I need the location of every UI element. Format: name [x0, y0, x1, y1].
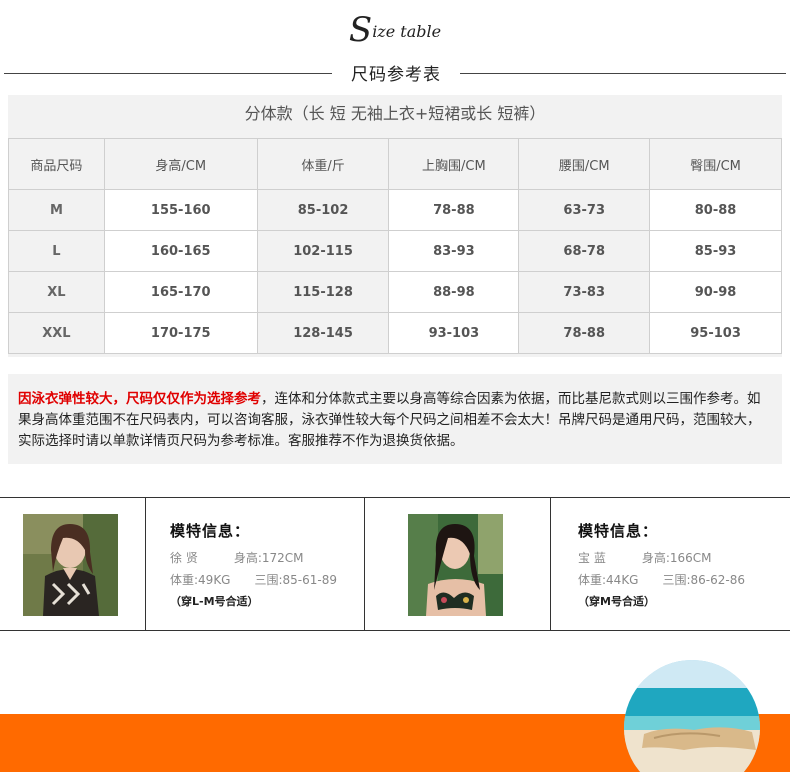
table-cell: 128-145 — [256, 312, 390, 354]
beach-image — [624, 660, 760, 772]
table-cell: 155-160 — [103, 189, 258, 231]
page-title: 尺码参考表 — [351, 65, 441, 85]
table-cell: 165-170 — [103, 271, 258, 313]
model-photo — [23, 514, 118, 616]
table-cell: 90-98 — [649, 271, 782, 313]
table-header-row: 商品尺码 身高/CM 体重/斤 上胸围/CM 腰围/CM 臀围/CM — [8, 138, 782, 190]
model-weight: 体重:44KG — [578, 573, 639, 587]
model-height: 身高:172CM — [233, 551, 304, 565]
model-weight: 体重:49KG — [170, 573, 231, 587]
size-table-panel: 分体款（长 短 无袖上衣+短裙或长 短裤） 商品尺码 身高/CM 体重/斤 上胸… — [8, 95, 782, 357]
table-cell: 78-88 — [518, 312, 651, 354]
table-cell: 85-102 — [256, 189, 390, 231]
model-info-2: 模特信息： 宝 蓝 身高:166CM 体重:44KG 三围:86-62-86 （穿M… — [578, 520, 745, 609]
table-cell: 102-115 — [256, 230, 390, 272]
table-row: L 160-165 102-115 83-93 68-78 85-93 — [8, 230, 782, 272]
table-cell: 68-78 — [518, 230, 651, 272]
model-info-1: 模特信息： 徐 贤 身高:172CM 体重:49KG 三围:85-61-89 （穿L… — [170, 520, 337, 609]
model-info-block: 模特信息： 徐 贤 身高:172CM 体重:49KG 三围:85-61-89 （穿L… — [0, 497, 790, 631]
size-label: M — [8, 189, 105, 231]
model-name: 徐 贤 — [170, 551, 198, 565]
col-header-size: 商品尺码 — [8, 138, 105, 190]
title-divider-right — [460, 73, 786, 74]
table-cell: 115-128 — [256, 271, 390, 313]
divider — [550, 498, 551, 630]
col-header-height: 身高/CM — [103, 138, 258, 190]
col-header-bust: 上胸围/CM — [388, 138, 520, 190]
title-divider-left — [4, 73, 332, 74]
size-label: XXL — [8, 312, 105, 354]
table-cell: 80-88 — [649, 189, 782, 231]
size-table: 商品尺码 身高/CM 体重/斤 上胸围/CM 腰围/CM 臀围/CM M 155… — [8, 138, 782, 354]
table-cell: 93-103 — [388, 312, 520, 354]
model-heading: 模特信息： — [170, 522, 251, 540]
table-row: M 155-160 85-102 78-88 63-73 80-88 — [8, 189, 782, 231]
notice-highlight: 因泳衣弹性较大，尺码仅仅作为选择参考 — [18, 391, 261, 407]
model-fit: （穿M号合适） — [578, 595, 655, 608]
table-cell: 85-93 — [649, 230, 782, 272]
script-title-rest: ize table — [372, 22, 442, 41]
size-table-script-title: Size table — [0, 10, 790, 50]
divider — [145, 498, 146, 630]
model-measurements: 三围:85-61-89 — [254, 573, 337, 587]
col-header-weight: 体重/斤 — [256, 138, 390, 190]
table-cell: 170-175 — [103, 312, 258, 354]
size-table-caption: 分体款（长 短 无袖上衣+短裙或长 短裤） — [244, 104, 546, 123]
size-label: L — [8, 230, 105, 272]
model-heading: 模特信息： — [578, 522, 659, 540]
table-cell: 73-83 — [518, 271, 651, 313]
table-cell: 160-165 — [103, 230, 258, 272]
table-cell: 88-98 — [388, 271, 520, 313]
table-cell: 95-103 — [649, 312, 782, 354]
model-height: 身高:166CM — [641, 551, 712, 565]
table-cell: 83-93 — [388, 230, 520, 272]
section-title-row: 尺码参考表 — [4, 58, 786, 88]
col-header-waist: 腰围/CM — [518, 138, 651, 190]
table-row: XXL 170-175 128-145 93-103 78-88 95-103 — [8, 312, 782, 354]
model-measurements: 三围:86-62-86 — [662, 573, 745, 587]
model-fit: （穿L-M号合适） — [170, 595, 259, 608]
script-title-capital: S — [348, 10, 373, 50]
divider — [364, 498, 365, 630]
size-label: XL — [8, 271, 105, 313]
col-header-hip: 臀围/CM — [649, 138, 782, 190]
size-notice: 因泳衣弹性较大，尺码仅仅作为选择参考，连体和分体款式主要以身高等综合因素为依据，… — [8, 374, 782, 464]
table-cell: 63-73 — [518, 189, 651, 231]
table-cell: 78-88 — [388, 189, 520, 231]
table-row: XL 165-170 115-128 88-98 73-83 90-98 — [8, 271, 782, 313]
model-name: 宝 蓝 — [578, 551, 606, 565]
model-photo — [408, 514, 503, 616]
